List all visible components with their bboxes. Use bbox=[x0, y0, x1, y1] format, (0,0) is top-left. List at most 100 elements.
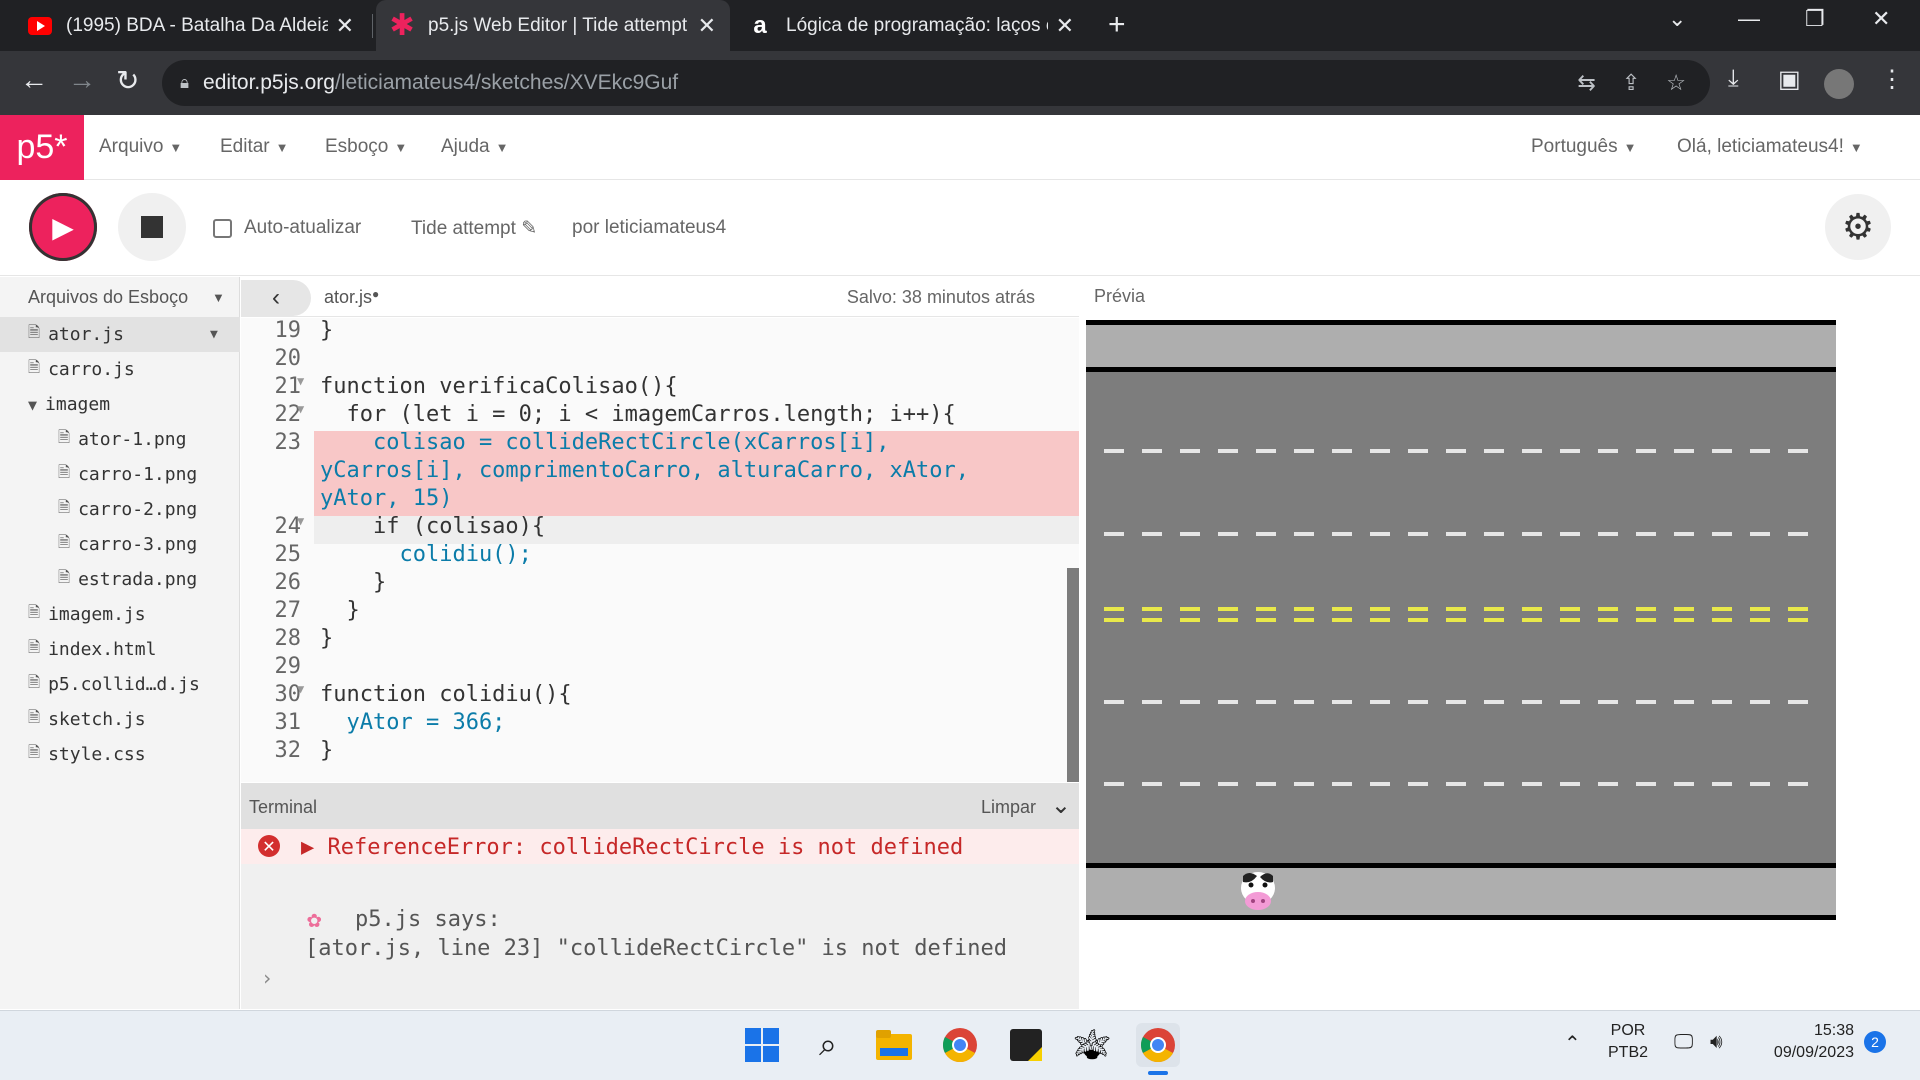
folder-item[interactable]: ▼ imagem bbox=[0, 387, 240, 422]
code-line: 19 } bbox=[241, 318, 1079, 346]
file-label: carro-3.png bbox=[78, 534, 198, 555]
file-explorer-icon[interactable] bbox=[872, 1023, 916, 1067]
file-item[interactable]: 🗎︎ estrada.png bbox=[0, 562, 240, 597]
side-panel-icon[interactable]: ▣ bbox=[1778, 65, 1801, 94]
settings-button[interactable]: ⚙ bbox=[1825, 194, 1891, 260]
play-button[interactable]: ▶ bbox=[29, 193, 97, 261]
file-item[interactable]: 🗎︎ sketch.js bbox=[0, 702, 240, 737]
clock-time: 15:38 bbox=[1813, 1022, 1854, 1039]
file-item[interactable]: 🗎︎ index.html bbox=[0, 632, 240, 667]
address-bar[interactable]: 🔒︎ editor.p5js.org /leticiamateus4/sketc… bbox=[162, 60, 1710, 106]
restore-button[interactable]: ❐ bbox=[1805, 6, 1825, 32]
file-icon: 🗎︎ bbox=[58, 498, 71, 516]
browser-menu-icon[interactable]: ⋮ bbox=[1880, 65, 1904, 94]
road-edge bbox=[1086, 367, 1836, 372]
unsaved-dot-icon: ● bbox=[372, 287, 380, 301]
pencil-icon: ✎ bbox=[521, 218, 538, 239]
close-icon[interactable]: ✕ bbox=[336, 13, 354, 39]
code-line: 22 ▼ for (let i = 0; i < imagemCarros.le… bbox=[241, 402, 1079, 430]
new-tab-button[interactable]: + bbox=[1108, 8, 1126, 42]
tab-title: p5.js Web Editor | Tide attempt bbox=[428, 14, 688, 36]
forward-button[interactable]: → bbox=[68, 64, 96, 96]
fold-arrow-icon[interactable]: ▼ bbox=[297, 374, 304, 388]
line-number: 23 bbox=[274, 430, 302, 455]
close-window-button[interactable]: ✕ bbox=[1872, 6, 1890, 32]
console-error[interactable]: ✕ ▶ ReferenceError: collideRectCircle is… bbox=[241, 829, 1079, 864]
close-icon[interactable]: ✕ bbox=[1056, 13, 1074, 39]
auto-refresh-checkbox[interactable] bbox=[213, 218, 232, 238]
fold-arrow-icon[interactable]: ▼ bbox=[297, 402, 304, 416]
tab-p5-editor[interactable]: ✱ p5.js Web Editor | Tide attempt ✕ bbox=[376, 0, 730, 51]
bookmark-star-icon[interactable]: ☆ bbox=[1666, 70, 1686, 96]
network-icon[interactable]: 🖵︎ bbox=[1674, 1031, 1693, 1054]
file-item[interactable]: 🗎︎ ator-1.png bbox=[0, 422, 240, 457]
tab-search-icon[interactable]: ⌄ bbox=[1668, 6, 1686, 32]
share-icon[interactable]: ⇪ bbox=[1622, 70, 1640, 96]
volume-icon[interactable]: 🔊︎ bbox=[1710, 1031, 1723, 1054]
line-number: 28 bbox=[274, 626, 302, 651]
tab-alura[interactable]: a Lógica de programação: laços e l ✕ bbox=[734, 0, 1088, 51]
clock-date: 09/09/2023 bbox=[1773, 1044, 1854, 1061]
minimize-button[interactable]: — bbox=[1738, 6, 1760, 32]
file-item[interactable]: 🗎︎ carro-1.png bbox=[0, 457, 240, 492]
chrome-profile-icon[interactable] bbox=[1136, 1023, 1180, 1067]
sketch-name[interactable]: Tide attempt ✎ bbox=[411, 217, 537, 240]
input-language[interactable]: POR PTB2 bbox=[1608, 1022, 1648, 1062]
file-item[interactable]: 🗎︎ carro.js bbox=[0, 352, 240, 387]
clear-console-button[interactable]: Limpar bbox=[981, 797, 1036, 818]
tab-youtube[interactable]: (1995) BDA - Batalha Da Aldeia - ✕ bbox=[14, 0, 368, 51]
user-menu[interactable]: Olá, leticiamateus4! ▼ bbox=[1677, 136, 1863, 158]
auto-refresh-toggle[interactable]: Auto-atualizar bbox=[213, 217, 361, 239]
file-item[interactable]: 🗎︎ style.css bbox=[0, 737, 240, 772]
language-select[interactable]: Português ▼ bbox=[1531, 136, 1637, 158]
download-icon[interactable]: ⤓ bbox=[1728, 65, 1739, 93]
notification-badge[interactable]: 2 bbox=[1864, 1031, 1886, 1053]
chrome-icon[interactable] bbox=[938, 1023, 982, 1067]
reload-button[interactable]: ↻ bbox=[116, 64, 139, 97]
back-button[interactable]: ← bbox=[20, 64, 48, 96]
collapse-sidebar-button[interactable]: ‹ bbox=[241, 280, 311, 316]
sketch-canvas[interactable] bbox=[1086, 320, 1836, 920]
sketch-name-label: Tide attempt bbox=[411, 218, 516, 239]
sketch-author[interactable]: por leticiamateus4 bbox=[572, 217, 726, 239]
editor-scrollbar[interactable] bbox=[1067, 568, 1079, 782]
windows-start-icon[interactable] bbox=[740, 1023, 784, 1067]
file-item[interactable]: 🗎︎ imagem.js bbox=[0, 597, 240, 632]
close-icon[interactable]: ✕ bbox=[698, 13, 716, 39]
file-item[interactable]: 🗎︎ carro-3.png bbox=[0, 527, 240, 562]
p5-logo[interactable]: p5* bbox=[0, 115, 84, 180]
terminal-title: Terminal bbox=[249, 797, 318, 817]
profile-avatar[interactable] bbox=[1824, 69, 1854, 99]
chevron-up-icon[interactable]: ⌃ bbox=[1564, 1031, 1581, 1056]
chevron-down-icon[interactable]: ⌄ bbox=[1051, 791, 1071, 820]
file-item[interactable]: 🗎︎ ator.js ▼ bbox=[0, 317, 240, 352]
files-sidebar: Arquivos do Esboço ▼ 🗎︎ ator.js ▼ 🗎︎ carro… bbox=[0, 277, 240, 1009]
file-options-icon[interactable]: ▼ bbox=[210, 327, 218, 342]
stop-button[interactable] bbox=[118, 193, 186, 261]
fold-arrow-icon[interactable]: ▼ bbox=[297, 682, 304, 696]
sticky-notes-icon[interactable] bbox=[1004, 1023, 1048, 1067]
file-label: carro.js bbox=[48, 359, 135, 380]
chevron-left-icon: ‹ bbox=[272, 284, 280, 311]
menu-esboco[interactable]: Esboço ▼ bbox=[325, 136, 407, 158]
files-header[interactable]: Arquivos do Esboço ▼ bbox=[0, 277, 239, 317]
line-text: } bbox=[320, 598, 360, 623]
plant-app-icon[interactable]: 🪴︎ bbox=[1070, 1023, 1114, 1067]
menu-ajuda[interactable]: Ajuda ▼ bbox=[441, 136, 508, 158]
file-label: index.html bbox=[48, 639, 157, 660]
fold-arrow-icon[interactable]: ▼ bbox=[297, 514, 304, 528]
menu-arquivo[interactable]: Arquivo ▼ bbox=[99, 136, 182, 158]
line-text: function verificaColisao(){ bbox=[320, 374, 678, 399]
code-line: 21 ▼ function verificaColisao(){ bbox=[241, 374, 1079, 402]
line-number: 26 bbox=[274, 570, 302, 595]
tab-divider bbox=[372, 14, 373, 38]
file-item[interactable]: 🗎︎ p5.collid…d.js bbox=[0, 667, 240, 702]
search-icon[interactable]: ⌕ bbox=[806, 1023, 850, 1067]
translate-icon[interactable]: ⇆ bbox=[1577, 70, 1595, 96]
menu-editar[interactable]: Editar ▼ bbox=[220, 136, 289, 158]
file-icon: 🗎︎ bbox=[28, 358, 41, 376]
console-prompt[interactable]: › bbox=[261, 966, 273, 990]
code-editor[interactable]: 19 } 20 21 ▼ function verificaColisao(){… bbox=[241, 318, 1079, 782]
clock[interactable]: 15:38 09/09/2023 bbox=[1758, 1022, 1854, 1062]
file-item[interactable]: 🗎︎ carro-2.png bbox=[0, 492, 240, 527]
